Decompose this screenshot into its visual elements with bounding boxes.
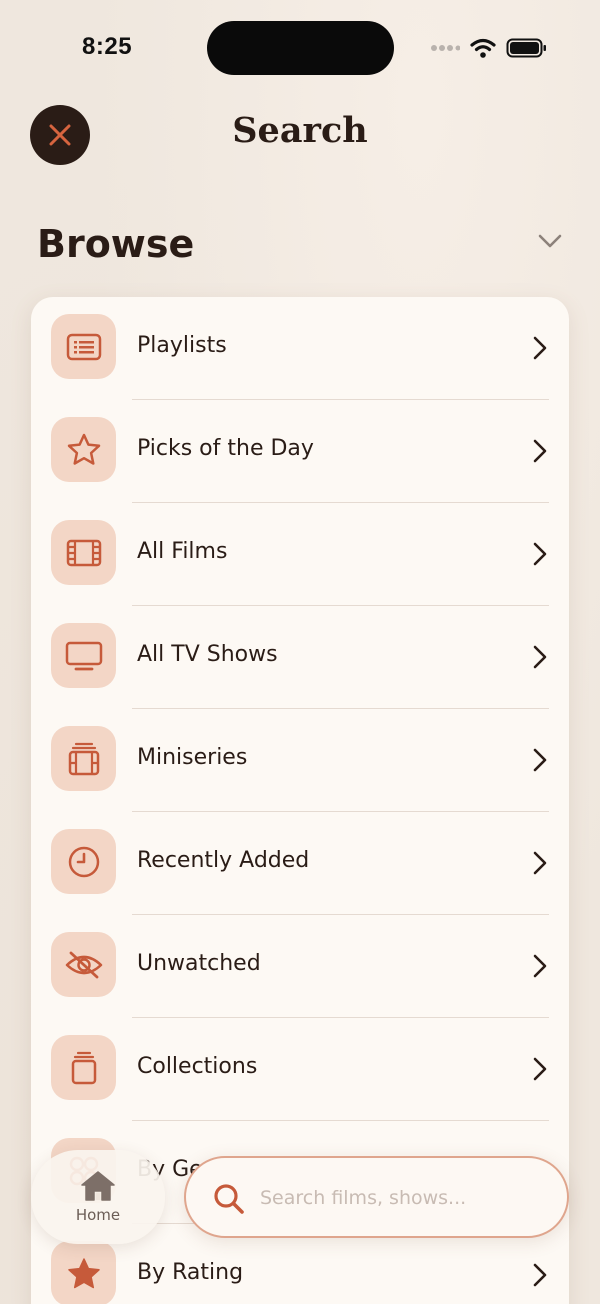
browse-title: Browse — [37, 222, 195, 266]
chevron-right-icon — [533, 1057, 547, 1081]
chevron-right-icon — [533, 851, 547, 875]
tv-icon — [65, 641, 102, 670]
battery-icon — [506, 38, 546, 58]
browse-item-label: Playlists — [137, 333, 227, 358]
browse-item-recently-added[interactable]: Recently Added — [31, 812, 569, 915]
browse-item-label: Collections — [137, 1054, 258, 1079]
browse-item-label: By Rating — [137, 1260, 244, 1285]
browse-item-label: Miniseries — [137, 745, 248, 770]
search-input[interactable] — [260, 1176, 550, 1220]
chevron-right-icon — [533, 748, 547, 772]
tab-home[interactable]: Home — [31, 1150, 165, 1244]
browse-item-unwatched[interactable]: Unwatched — [31, 915, 569, 1018]
miniseries-icon — [68, 742, 99, 775]
chevron-right-icon — [533, 336, 547, 360]
search-bar[interactable] — [184, 1156, 569, 1238]
browse-item-label: Picks of the Day — [137, 436, 314, 461]
eye-slash-icon — [65, 951, 102, 978]
star-outline-icon — [67, 433, 100, 465]
tab-home-label: Home — [75, 1206, 121, 1224]
clock-icon — [68, 846, 99, 877]
browse-item-playlists[interactable]: Playlists — [31, 297, 569, 400]
home-icon — [81, 1171, 115, 1201]
star-filled-icon — [67, 1257, 100, 1288]
browse-item-label: Unwatched — [137, 951, 261, 976]
browse-item-all-films[interactable]: All Films — [31, 503, 569, 606]
search-icon — [214, 1184, 244, 1214]
chevron-right-icon — [533, 954, 547, 978]
page-title: Search — [232, 110, 368, 151]
status-time: 8:25 — [82, 33, 133, 60]
dynamic-island — [207, 21, 394, 75]
browse-item-picks-of-the-day[interactable]: Picks of the Day — [31, 400, 569, 503]
chevron-right-icon — [533, 542, 547, 566]
status-bar: 8:25 — [0, 0, 600, 96]
browse-item-miniseries[interactable]: Miniseries — [31, 709, 569, 812]
chevron-right-icon — [533, 1263, 547, 1287]
browse-item-collections[interactable]: Collections — [31, 1018, 569, 1121]
chevron-right-icon — [533, 439, 547, 463]
chevron-down-icon[interactable] — [537, 232, 563, 250]
cellular-signal-icon — [431, 45, 460, 51]
playlist-icon — [66, 333, 101, 360]
browse-item-label: Recently Added — [137, 848, 310, 873]
browse-item-all-tv-shows[interactable]: All TV Shows — [31, 606, 569, 709]
browse-item-label: All TV Shows — [137, 642, 278, 667]
wifi-icon — [470, 38, 496, 58]
browse-item-label: All Films — [137, 539, 228, 564]
film-icon — [66, 539, 101, 566]
chevron-right-icon — [533, 645, 547, 669]
collections-icon — [71, 1051, 96, 1084]
